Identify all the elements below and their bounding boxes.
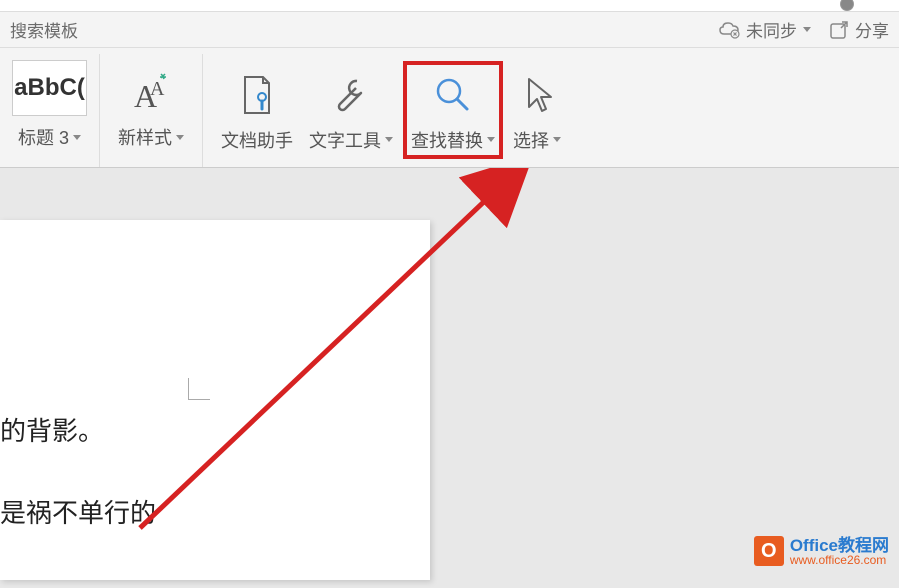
sync-status-label: 未同步 [746,17,797,42]
new-style-button[interactable]: A A 新样式 [112,60,190,154]
cursor-arrow-icon [515,71,559,119]
chevron-down-icon [385,137,393,142]
new-style-icon: A A [126,67,176,117]
wrench-icon [329,71,373,119]
new-style-group: A A 新样式 [100,54,203,167]
watermark-title: Office教程网 [790,537,889,554]
share-label: 分享 [855,17,889,42]
document-page[interactable]: 的背影。 是祸不单行的 [0,220,430,580]
user-avatar[interactable] [840,0,854,11]
window-titlebar [0,0,899,12]
document-wrench-icon [235,71,279,119]
document-text-line: 的背影。 [0,400,410,462]
tools-group: 文档助手 文字工具 [203,54,579,167]
watermark-url: www.office26.com [790,554,889,566]
chevron-down-icon [176,135,184,140]
text-tool-button[interactable]: 文字工具 [303,63,399,157]
ribbon-toolbar: aBbC( 标题 3 A A 新样式 [0,48,899,168]
watermark: O Office教程网 www.office26.com [754,536,889,566]
sub-toolbar: 搜索模板 未同步 分享 [0,12,899,48]
watermark-badge-icon: O [754,536,784,566]
style-preview-label: 标题 3 [18,124,69,150]
cloud-unsync-icon [718,20,742,40]
share-button[interactable]: 分享 [829,17,889,42]
svg-text:A: A [150,78,165,100]
sync-status-button[interactable]: 未同步 [718,17,811,42]
search-templates-label[interactable]: 搜索模板 [10,17,78,42]
chevron-down-icon [803,27,811,32]
chevron-down-icon [553,137,561,142]
document-canvas: 的背影。 是祸不单行的 O Office教程网 www.office26.com [0,168,899,574]
share-icon [829,20,851,40]
page-margin-marker [188,378,210,400]
style-gallery-group: aBbC( 标题 3 [0,54,100,167]
doc-helper-button[interactable]: 文档助手 [215,63,299,157]
style-preview-heading3[interactable]: aBbC( [12,60,87,116]
document-text-line: 是祸不单行的 [0,482,410,544]
chevron-down-icon [487,137,495,142]
chevron-down-icon [73,135,81,140]
find-replace-button[interactable]: 查找替换 [403,61,503,159]
search-icon [431,71,475,119]
select-button[interactable]: 选择 [507,63,567,157]
